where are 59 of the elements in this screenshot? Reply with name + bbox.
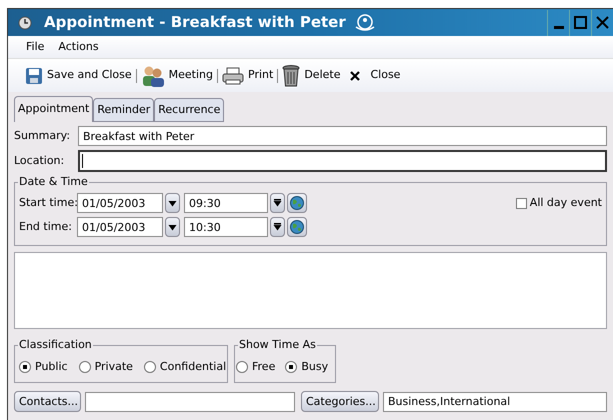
date-field[interactable]: 01/05/2003 bbox=[77, 217, 163, 237]
radio-button[interactable] bbox=[236, 361, 248, 373]
globe-icon bbox=[290, 220, 304, 234]
dropdown-button[interactable] bbox=[165, 193, 180, 213]
checkbox[interactable] bbox=[516, 198, 527, 208]
contacts-field[interactable] bbox=[85, 392, 295, 412]
timezone-button[interactable] bbox=[287, 217, 307, 237]
down-arrow-icon bbox=[273, 199, 282, 207]
categories-button[interactable]: Categories... bbox=[301, 391, 379, 412]
radio-option[interactable]: Free bbox=[236, 358, 276, 376]
radio-button[interactable] bbox=[19, 361, 31, 373]
menu-item[interactable]: File bbox=[26, 38, 44, 56]
maximize-icon bbox=[574, 16, 587, 29]
toolbar-button[interactable]: Print bbox=[222, 66, 274, 84]
radio-option[interactable]: Public bbox=[19, 358, 68, 376]
radio-button[interactable] bbox=[78, 361, 91, 373]
field-label: Location: bbox=[14, 152, 66, 169]
field-label: Summary: bbox=[14, 128, 72, 144]
dropdown-button[interactable] bbox=[165, 217, 180, 237]
time-field[interactable]: 09:30 bbox=[184, 193, 268, 213]
radio-button[interactable] bbox=[144, 361, 156, 373]
radio-button[interactable] bbox=[285, 361, 298, 373]
tab[interactable]: Reminder bbox=[93, 98, 154, 122]
tab[interactable]: Recurrence bbox=[154, 98, 224, 122]
close-icon bbox=[350, 70, 360, 80]
printer-icon bbox=[222, 66, 244, 84]
trash-can-icon bbox=[282, 64, 300, 86]
summary-field[interactable]: Breakfast with Peter bbox=[78, 126, 607, 146]
menu-item[interactable]: Actions bbox=[58, 38, 99, 56]
date-field[interactable]: 01/05/2003 bbox=[77, 193, 163, 213]
field-label: End time: bbox=[19, 218, 73, 235]
toolbar-button[interactable]: Close bbox=[350, 67, 400, 84]
dropdown-button[interactable] bbox=[270, 193, 285, 213]
down-arrow-icon bbox=[273, 223, 282, 231]
dropdown-button[interactable] bbox=[270, 217, 285, 237]
toolbar-button[interactable]: Save and Close bbox=[25, 66, 132, 84]
time-field[interactable]: 10:30 bbox=[184, 217, 268, 237]
radio-option[interactable]: Private bbox=[78, 358, 133, 376]
all-day-checkbox[interactable]: All day event bbox=[516, 193, 602, 213]
field-label: Start time: bbox=[19, 194, 75, 211]
toolbar-button[interactable]: Meeting bbox=[140, 64, 214, 86]
down-arrow-icon bbox=[168, 223, 177, 231]
down-arrow-icon bbox=[168, 199, 177, 207]
tab[interactable]: Appointment bbox=[14, 96, 94, 122]
contacts-button[interactable]: Contacts... bbox=[14, 391, 81, 412]
location-field[interactable] bbox=[78, 150, 607, 172]
categories-field[interactable]: Business,International bbox=[383, 392, 607, 412]
radio-option[interactable]: Busy bbox=[285, 358, 328, 376]
timezone-button[interactable] bbox=[287, 193, 307, 213]
window-title: Appointment - Breakfast with Peter bbox=[44, 12, 346, 34]
people-icon bbox=[140, 64, 165, 86]
toolbar-button[interactable]: Delete bbox=[282, 64, 340, 86]
radio-option[interactable]: Confidential bbox=[144, 358, 226, 376]
clock-icon bbox=[18, 16, 32, 30]
swirl-logo-icon bbox=[354, 12, 376, 32]
globe-icon bbox=[290, 196, 304, 210]
close-icon bbox=[596, 16, 609, 29]
minimize-icon bbox=[554, 26, 564, 28]
description-field[interactable] bbox=[14, 252, 607, 329]
